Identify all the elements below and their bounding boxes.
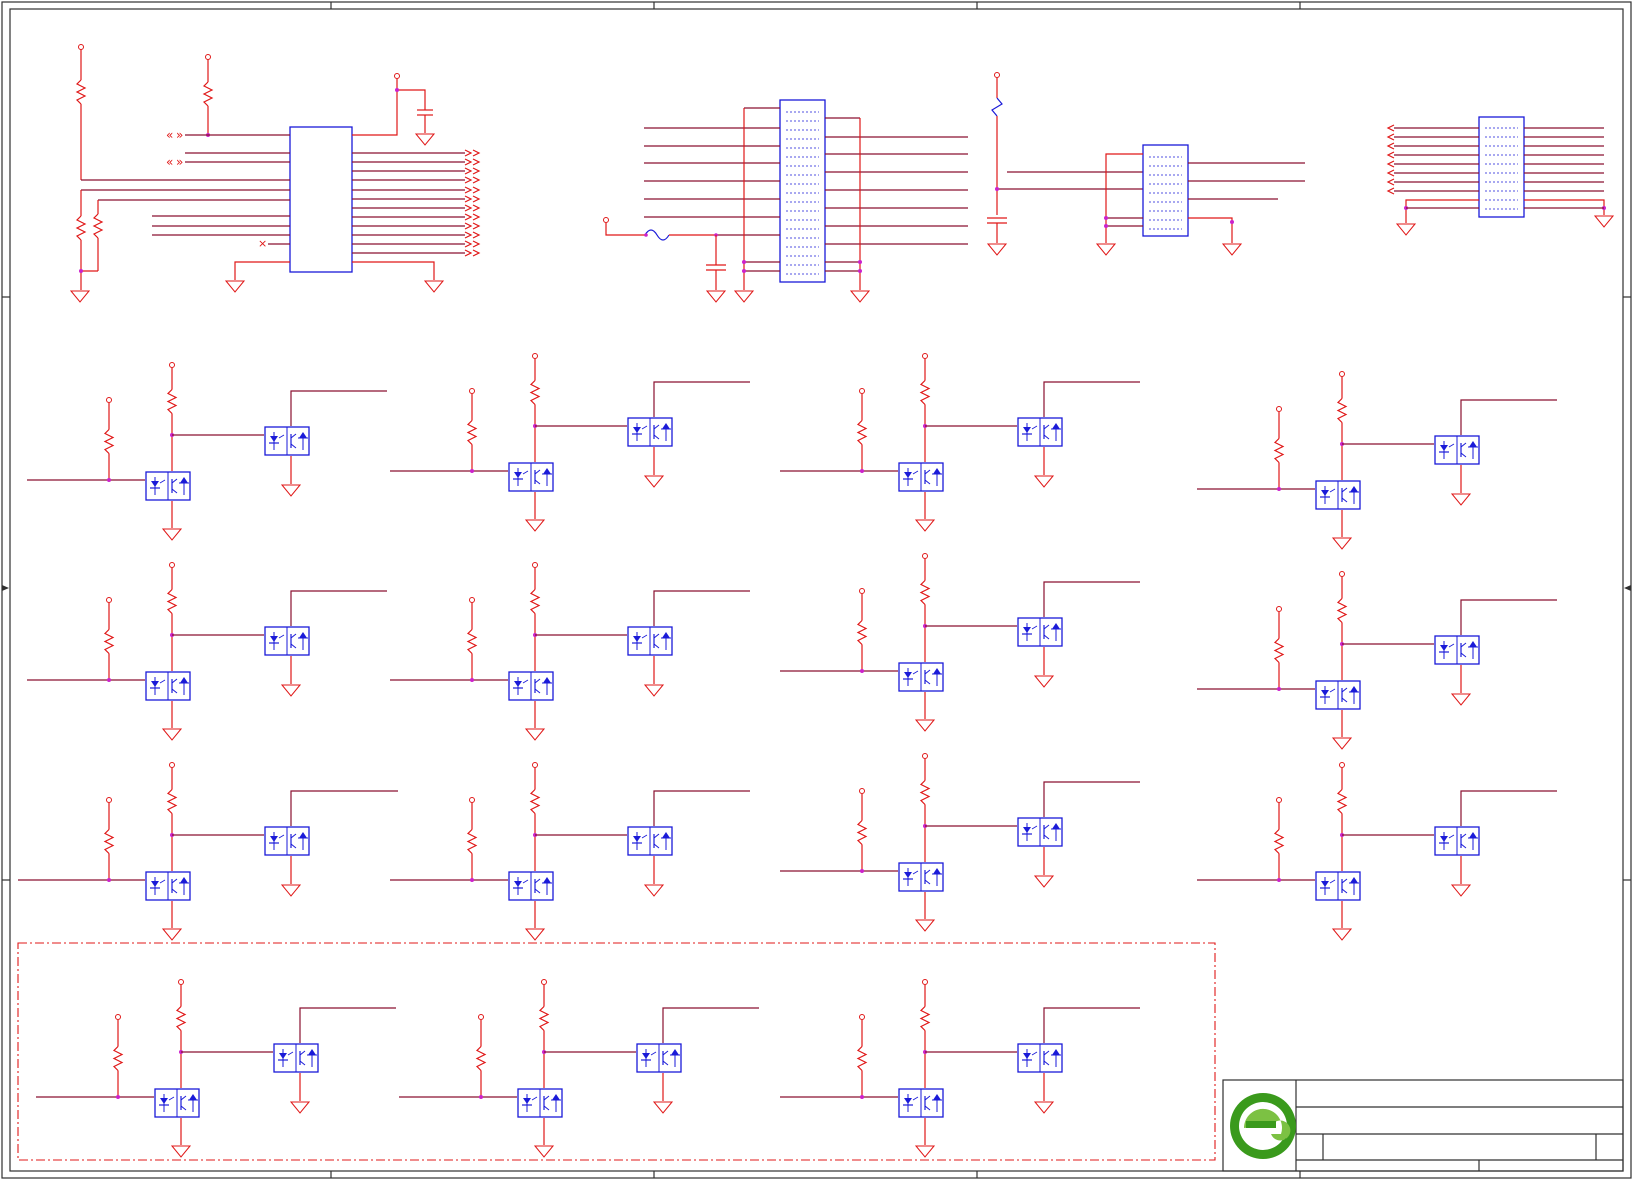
svg-text:«: « (166, 155, 173, 169)
optocoupler-cell-10 (390, 762, 750, 941)
optocoupler-cell-1 (27, 362, 387, 541)
optocoupler-cell-13 (36, 979, 396, 1158)
connector-center (603, 99, 968, 303)
optocoupler-cell-6 (390, 562, 750, 741)
ic-block-left: « » « » × (70, 44, 481, 303)
title-block (1222, 1079, 1624, 1172)
svg-text:»: » (176, 128, 183, 142)
optocoupler-cell-5 (27, 562, 387, 741)
connector-right (1386, 116, 1614, 236)
optocoupler-cell-3 (780, 353, 1140, 532)
company-logo-icon (1230, 1093, 1296, 1159)
optocoupler-array (18, 353, 1557, 1158)
sheet-frame (1, 1, 1632, 1179)
svg-text:«: « (166, 128, 173, 142)
ic-left-output-nets (352, 149, 481, 257)
optocoupler-cell-7 (780, 553, 1140, 732)
optocoupler-cell-9 (18, 762, 398, 941)
connector-right-left-nets (1386, 124, 1479, 195)
schematic-sheet: « » « » × (1, 1, 1632, 1179)
optocoupler-cell-11 (780, 753, 1140, 932)
optocoupler-cell-14 (399, 979, 759, 1158)
optocoupler-cell-15 (780, 979, 1140, 1158)
svg-text:»: » (176, 155, 183, 169)
optocoupler-cell-2 (390, 353, 750, 532)
optocoupler-cell-12 (1197, 762, 1557, 941)
optocoupler-cell-4 (1197, 371, 1557, 550)
svg-text:×: × (258, 237, 267, 250)
connector-small (987, 72, 1305, 256)
optocoupler-cell-8 (1197, 571, 1557, 750)
